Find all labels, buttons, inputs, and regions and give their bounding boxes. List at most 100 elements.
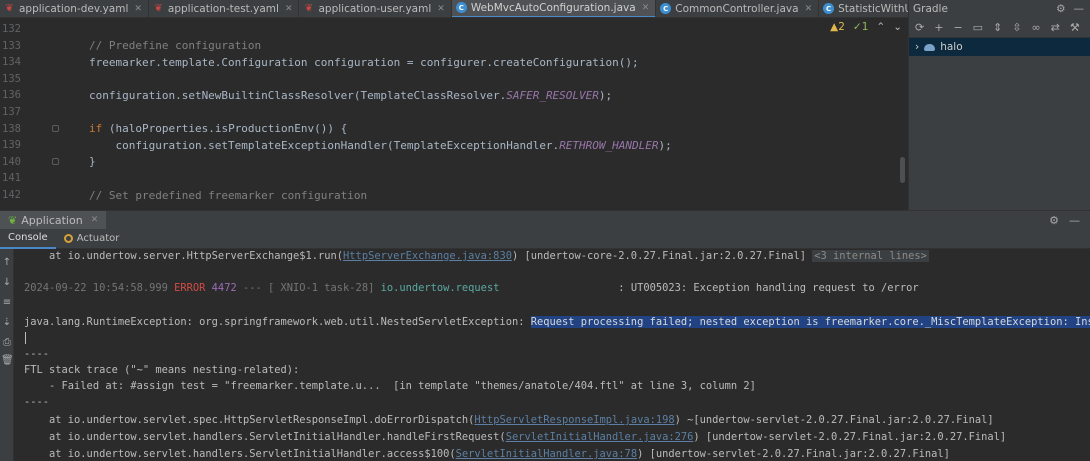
line-number: 134 [2,56,21,69]
arrow-down-icon[interactable]: ↓ [1,277,13,289]
print-icon[interactable]: ⎙ [1,337,13,349]
line-number: 136 [2,89,21,102]
chevron-right-icon[interactable]: › [915,41,919,53]
expand-all-icon[interactable]: ⇕ [993,21,1002,34]
editor-tab-label: WebMvcAutoConfiguration.java [470,1,636,14]
actuator-icon [63,234,73,243]
minimize-icon[interactable]: — [1074,3,1085,15]
line-number: 141 [2,172,21,185]
tab-actuator-label: Actuator [76,233,120,244]
close-icon[interactable]: ✕ [437,4,445,14]
yaml-file-icon: ❦ [154,3,163,14]
line-number: 137 [2,106,21,118]
wrench-icon[interactable]: ⚒ [1070,21,1080,34]
fold-marker-icon[interactable] [52,124,59,132]
gradle-toolbar: ⟳ + − ▭ ⇕ ⇳ ∞ ⇄ ⚒ [909,18,1090,38]
console-output[interactable]: at io.undertow.server.HttpServerExchange… [14,249,1090,461]
console-line: - Failed at: #assign test = "freemarker.… [24,380,756,392]
close-icon[interactable]: ✕ [285,4,293,14]
line-number: 139 [2,139,21,152]
console-line: at io.undertow.servlet.handlers.ServletI… [24,448,950,460]
editor-tab[interactable]: C WebMvcAutoConfiguration.java ✕ [451,0,657,17]
console-line: at io.undertow.server.HttpServerExchange… [24,250,929,262]
gradle-title: Gradle [913,3,948,15]
close-icon[interactable]: ✕ [134,4,142,14]
add-icon[interactable]: + [934,21,943,34]
console-line: FTL stack trace ("~" means nesting-relat… [24,364,300,376]
remove-icon[interactable]: − [953,21,962,34]
code-line: 136 configuration.setNewBuiltinClassReso… [0,87,908,103]
gradle-project-label: halo [940,41,963,53]
line-number: 135 [2,72,21,85]
soft-wrap-icon[interactable]: ≡ [1,297,13,309]
line-number: 140 [2,155,21,168]
java-class-icon: C [455,2,467,13]
console-line: at io.undertow.servlet.spec.HttpServletR… [24,414,994,426]
code-line: 138 if (haloProperties.isProductionEnv()… [0,121,908,137]
gradle-elephant-icon [924,43,936,51]
code-text: } [36,155,96,169]
code-text: configuration.setTemplateExceptionHandle… [36,138,672,152]
tasks-icon[interactable]: ▭ [973,21,983,34]
line-number: 133 [2,39,21,52]
line-number: 132 [2,23,21,35]
arrow-up-icon[interactable]: ↑ [1,257,13,269]
editor-tab-label: application-test.yaml [167,2,279,15]
stack-link[interactable]: ServletInitialHandler.java:78 [456,448,637,460]
close-icon[interactable]: ✕ [642,3,650,13]
java-class-icon: C [660,3,672,14]
close-icon[interactable]: ✕ [805,4,813,14]
editor-tab-label: StatisticWithUserDTO.java [838,2,908,15]
stack-link[interactable]: ServletInitialHandler.java:276 [506,431,694,443]
line-number: 142 [2,189,21,201]
editor-tab-bar: ❦ application-dev.yaml ✕ ❦ application-test.… [0,0,908,18]
console-action-bar: ↑ ↓ ≡ ⇣ ⎙ 🗑 [0,249,14,461]
code-editor[interactable]: ▲2 ✓1 ⌃ ⌄ 132 133 // Predefine configurat… [0,19,908,209]
gear-icon[interactable]: ⚙ [1056,3,1065,15]
code-line: 133 // Predefine configuration [0,38,908,54]
minimize-icon[interactable]: — [1069,214,1080,227]
tab-console[interactable]: Console [0,229,56,249]
editor-tab-label: application-user.yaml [318,2,432,15]
code-text: configuration.setNewBuiltinClassResolver… [36,88,613,102]
tab-actuator[interactable]: Actuator [56,229,128,249]
editor-tab[interactable]: ❦ application-test.yaml ✕ [149,0,300,17]
stack-link[interactable]: HttpServerExchange.java:830 [343,250,512,262]
code-line: 134 freemarker.template.Configuration co… [0,54,908,70]
editor-tab[interactable]: ❦ application-dev.yaml ✕ [0,0,149,17]
trash-icon[interactable]: 🗑 [1,355,14,367]
spring-leaf-icon: ❦ [8,213,18,227]
code-line: 140 } [0,154,908,170]
editor-tab[interactable]: CStatisticWithUserDTO.java✕ [819,0,908,17]
editor-tab-label: CommonController.java [675,2,799,15]
yaml-file-icon: ❦ [5,3,14,14]
editor-scrollbar-thumb[interactable] [900,157,905,183]
tab-console-label: Console [8,232,48,243]
editor-tab-label: application-dev.yaml [19,2,129,15]
selected-text[interactable]: Request processing failed; nested except… [530,316,1090,328]
collapse-all-icon[interactable]: ⇳ [1012,21,1021,34]
fold-marker-icon[interactable] [52,157,59,165]
toggle-offline-icon[interactable]: ⇄ [1051,21,1060,34]
link-icon[interactable]: ∞ [1032,21,1041,34]
stack-link[interactable]: HttpServletResponseImpl.java:198 [474,414,674,426]
close-icon[interactable]: ✕ [91,215,99,225]
console-line: ---- [24,348,50,360]
run-panel-header: ❦ Application ✕ ⚙ — [0,210,1090,230]
code-text: // Set predefined freemarker configurati… [36,188,368,202]
gear-icon[interactable]: ⚙ [1049,214,1059,227]
internal-lines-badge[interactable]: <3 internal lines> [812,250,929,262]
code-line: 141 [0,170,908,186]
gradle-panel: Gradle ⚙ — ⟳ + − ▭ ⇕ ⇳ ∞ ⇄ ⚒ › halo [908,0,1090,210]
code-line: 132 [0,21,908,37]
gradle-tree-item-halo[interactable]: › halo [909,38,1090,56]
code-line: 142 // Set predefined freemarker configu… [0,187,908,203]
text-caret [25,332,26,344]
run-tab-application[interactable]: ❦ Application ✕ [0,210,107,230]
code-text: // Predefine configuration [36,39,262,53]
editor-tab[interactable]: C CommonController.java ✕ [656,0,820,17]
scroll-to-end-icon[interactable]: ⇣ [1,317,13,329]
console-line: 2024-09-22 10:54:58.999 ERROR 4472 --- [… [24,282,919,294]
editor-tab[interactable]: ❦ application-user.yaml ✕ [299,0,452,17]
refresh-icon[interactable]: ⟳ [915,21,924,34]
